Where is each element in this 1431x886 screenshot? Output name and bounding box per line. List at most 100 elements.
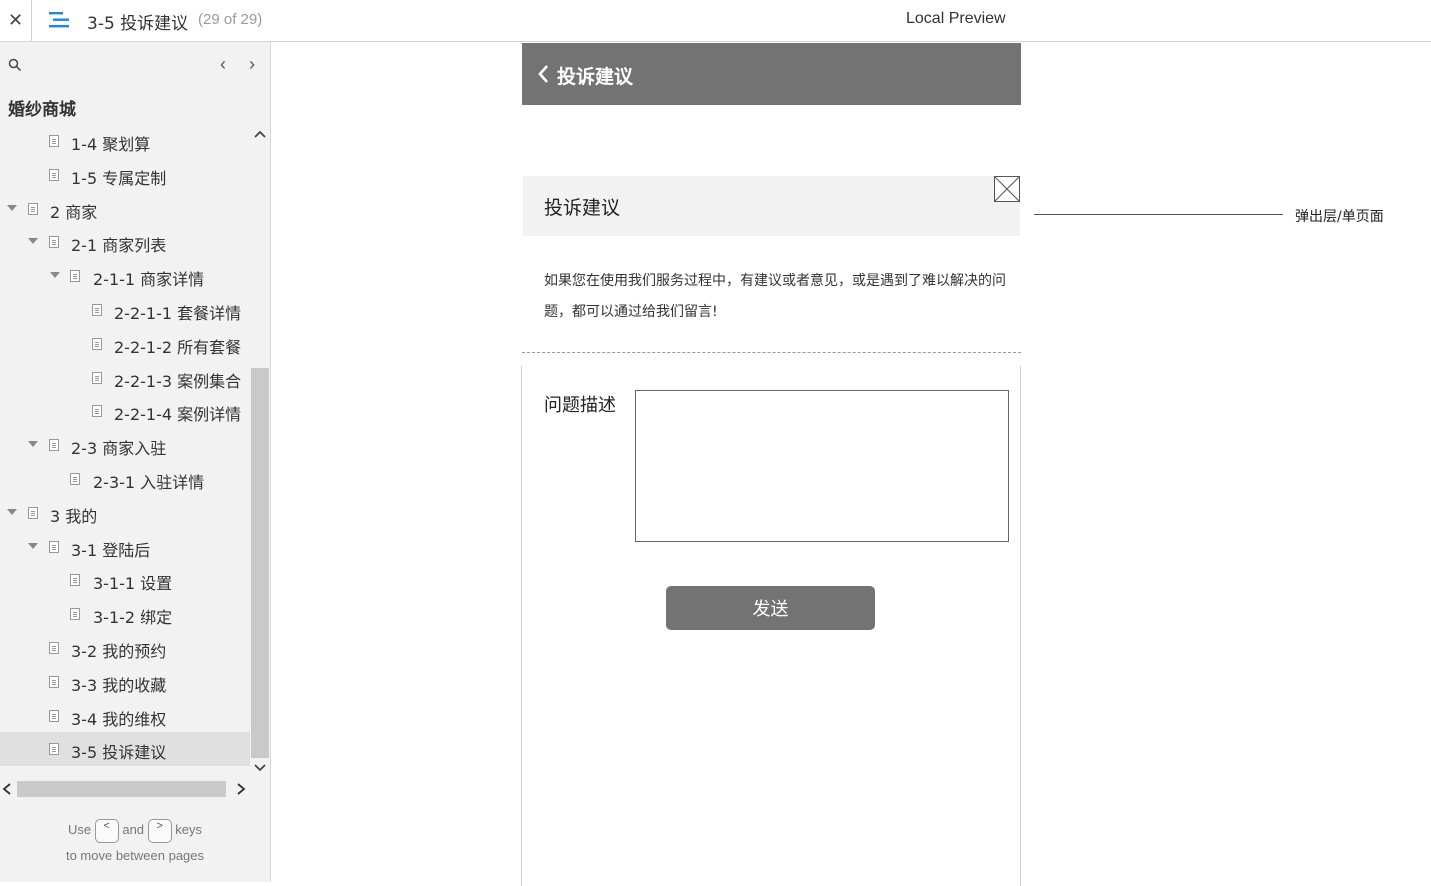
page-icon [49,168,59,181]
tree-item-label: 2-1 商家列表 [71,236,167,256]
tree-item-label: 3-2 我的预约 [71,642,167,661]
phone-header: 投诉建议 [522,43,1021,105]
search-icon[interactable] [8,58,22,72]
tree-item[interactable]: 1-4 聚划算 [0,124,250,158]
tree-item-label: 3-5 投诉建议 [71,743,167,763]
tree-item-label: 3-1-2 绑定 [93,608,173,628]
tree-item-label: 2-3 商家入驻 [71,439,167,459]
close-icon: ✕ [7,10,24,30]
tree-item-label: 3-1 登陆后 [71,540,151,560]
scroll-left-icon[interactable] [0,779,14,799]
page-icon [92,405,102,418]
tree-item-label: 2-2-1-3 案例集合 [114,371,242,391]
page-icon [49,439,59,452]
close-button[interactable]: ✕ [0,0,32,41]
tree-item-label: 2-2-1-4 案例详情 [114,405,242,425]
expand-arrow-icon[interactable] [28,238,38,245]
scroll-right-icon[interactable] [234,779,248,799]
problem-description-input[interactable] [635,390,1009,542]
expand-arrow-icon[interactable] [7,508,17,515]
back-icon[interactable] [536,63,552,85]
tree-item[interactable]: 2 商家 [0,192,250,226]
tree-horizontal-scrollbar[interactable] [0,778,250,800]
popup-description: 如果您在使用我们服务过程中，有建议或者意见，或是遇到了难以解决的问题，都可以通过… [544,273,1006,320]
page-icon [92,304,102,316]
hint-and: and [122,822,145,837]
horizontal-scroll-thumb[interactable] [17,781,226,797]
preview-title: Local Preview [906,10,1006,27]
page-title: 3-5 投诉建议 [87,14,189,34]
expand-arrow-icon[interactable] [7,204,17,211]
tree-item-label: 2-2-1-2 所有套餐 [114,337,242,357]
page-icon [70,574,80,587]
scroll-up-icon[interactable] [250,126,270,142]
tree-item-label: 1-5 专属定制 [71,168,167,188]
tree-item[interactable]: 3-3 我的收藏 [0,665,250,699]
tree-item[interactable]: 3-1 登陆后 [0,530,250,564]
tree-item-label: 2 商家 [50,202,98,222]
page-icon [28,506,38,519]
annotation-connector [1034,214,1283,215]
tree-item[interactable]: 3-2 我的预约 [0,631,250,665]
page-icon [28,202,38,215]
page-icon [70,270,80,283]
tree-item-label: 1-4 聚划算 [71,135,151,154]
tree-item[interactable]: 3-1-1 设置 [0,563,250,597]
tree-item-label: 3-3 我的收藏 [71,675,167,695]
close-icon[interactable] [994,176,1020,202]
tree-item[interactable]: 2-2-1-1 套餐详情 [0,293,250,327]
tree-item[interactable]: 3-1-2 绑定 [0,597,250,631]
hint-keys: keys [175,822,203,837]
tree-vertical-scrollbar[interactable] [250,124,270,780]
page-tree: 1-4 聚划算 1-5 专属定制 2 商家 2-1 商家列表 2-1-1 商家详情 2-2… [0,124,250,766]
menu-icon[interactable] [49,9,71,31]
tree-item-label: 2-2-1-1 套餐详情 [114,304,242,323]
tree-item-label: 3-4 我的维权 [71,709,167,729]
tree-item[interactable]: 2-2-1-4 案例详情 [0,394,250,428]
phone-header-title: 投诉建议 [557,66,634,88]
tree-item[interactable]: 2-2-1-3 案例集合 [0,361,250,395]
scroll-down-icon[interactable] [250,760,270,776]
tree-item[interactable]: 2-3 商家入驻 [0,428,250,462]
tree-item-label: 3 我的 [50,506,98,526]
problem-description-label: 问题描述 [544,395,616,416]
annotation-label: 弹出层/单页面 [1295,209,1384,225]
hint-use: Use [67,822,92,837]
tree-item-label: 2-3-1 入驻详情 [93,473,205,492]
page-icon [92,337,102,350]
tree-item[interactable]: 2-2-1-2 所有套餐 [0,327,250,361]
tree-item-label: 2-1-1 商家详情 [93,270,205,290]
tree-item[interactable]: 1-5 专属定制 [0,158,250,192]
tree-item-label: 3-1-1 设置 [93,574,173,594]
popup-header: 投诉建议 [523,176,1020,236]
page-icon [70,608,80,621]
prev-key-icon: < [94,818,119,843]
tree-item[interactable]: 3-4 我的维权 [0,699,250,733]
prev-page-icon[interactable]: ‹ [214,54,232,74]
page-icon [49,642,59,654]
page-icon [92,371,102,384]
project-name: 婚纱商城 [8,100,76,120]
page-count: (29 of 29) [198,11,263,28]
tree-item[interactable]: 2-1-1 商家详情 [0,259,250,293]
page-icon [49,675,59,688]
expand-arrow-icon[interactable] [28,542,38,549]
tree-item[interactable]: 3-5 投诉建议 [0,732,250,766]
popup-title: 投诉建议 [544,197,621,219]
keyboard-hint: Use < and > keys to move between pages [0,817,270,868]
tree-item[interactable]: 2-1 商家列表 [0,225,250,259]
top-bar: ✕ 3-5 投诉建议 (29 of 29) Local Preview [0,0,1431,42]
hint-line2: to move between pages [65,847,205,863]
dashed-divider [522,352,1021,353]
tree-item[interactable]: 2-3-1 入驻详情 [0,462,250,496]
page-icon [70,473,80,485]
page-icon [49,743,59,756]
preview-canvas: 投诉建议 投诉建议 弹出层/单页面 如果您在使用我们服务过程中，有建议或者意见，… [271,42,1431,886]
next-page-icon[interactable]: › [243,54,261,74]
expand-arrow-icon[interactable] [28,441,38,448]
page-icon [49,709,59,722]
send-button[interactable]: 发送 [666,586,875,630]
vertical-scroll-thumb[interactable] [251,368,269,758]
tree-item[interactable]: 3 我的 [0,496,250,530]
expand-arrow-icon[interactable] [50,272,60,279]
